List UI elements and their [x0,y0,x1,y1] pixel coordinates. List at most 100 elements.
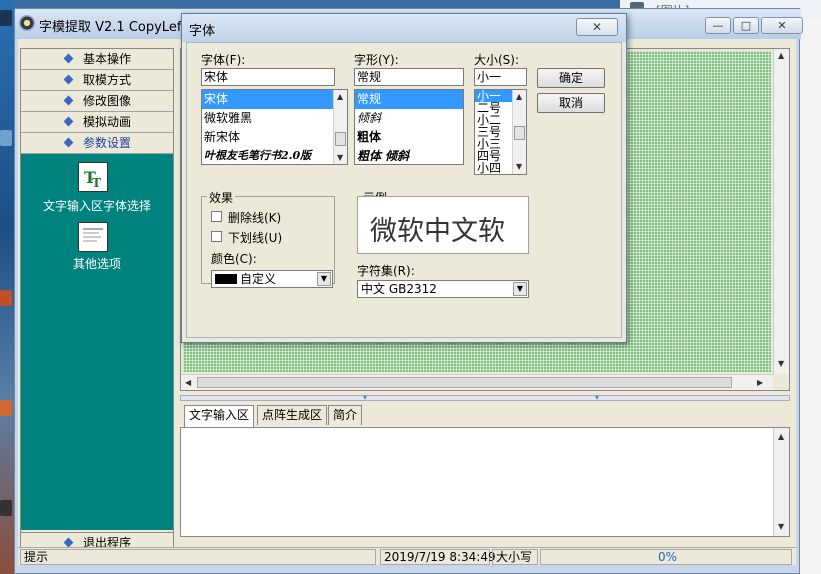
font-list[interactable]: 宋体 微软雅黑 新宋体 叶根友毛笔行书2.0版 ▲ ▼ [201,89,348,165]
text-input-area[interactable]: ▲ ▼ [180,427,790,537]
color-swatch [215,274,237,284]
maximize-button[interactable]: □ [733,17,759,34]
scroll-down-icon[interactable]: ▼ [337,153,343,162]
sample-text: 微软中文软 [370,216,505,247]
scroll-down-icon[interactable]: ▼ [516,162,522,171]
status-progress: 0% [540,549,792,565]
dialog-title: 字体 [189,24,216,39]
effects-label: 效果 [207,189,236,206]
tool-label-font-select[interactable]: 文字输入区字体选择 [21,197,173,214]
desktop-icon[interactable] [0,130,12,146]
menu-item-mode[interactable]: 取模方式 [21,70,173,91]
splitter-grip-icon: ▾ [595,393,600,402]
desktop-right-edge [800,0,821,574]
dialog-close-button[interactable]: ✕ [576,18,618,36]
list-item[interactable]: 常规 [355,90,463,109]
scroll-up-icon[interactable]: ▲ [778,51,784,60]
tab-bar: 文字输入区 点阵生成区 简介 [180,405,790,427]
tool-panel: TT 文字输入区字体选择 其他选项 [21,154,173,530]
canvas-horizontal-scrollbar[interactable]: ◀ ▶ [181,374,773,390]
options-icon[interactable] [78,222,108,252]
minimize-button[interactable]: — [705,17,731,34]
list-item[interactable]: 粗体 倾斜 [355,147,463,164]
scroll-thumb[interactable] [335,132,346,146]
list-item[interactable]: 叶根友毛笔行书2.0版 [202,147,347,164]
scroll-down-icon[interactable]: ▼ [778,522,784,531]
splitter-grip-icon: ▾ [363,393,368,402]
list-item[interactable]: 新宋体 [202,128,347,147]
status-caps: 大小写 [492,549,538,565]
close-button[interactable]: ✕ [761,17,803,34]
scroll-down-icon[interactable]: ▼ [778,359,784,368]
menu-item-animation[interactable]: 模拟动画 [21,112,173,133]
menu-item-params[interactable]: 参数设置 [21,133,173,154]
menu-item-edit-image[interactable]: 修改图像 [21,91,173,112]
status-hint: 提示 [20,549,376,565]
size-list[interactable]: 小一 二号 小二 三号 小三 四号 小四 ▲ ▼ [474,89,527,175]
font-label: 字体(F): [201,53,246,67]
strikeout-label[interactable]: 删除线(K) [228,209,281,226]
list-item[interactable]: 宋体 [202,90,347,109]
font-name-input[interactable]: 宋体 [201,68,335,86]
scroll-thumb[interactable] [514,126,525,140]
charset-label: 字符集(R): [357,264,415,278]
diamond-icon [63,53,74,64]
font-select-icon[interactable]: TT [78,162,108,192]
scroll-left-icon[interactable]: ◀ [185,378,191,387]
menu-label: 取模方式 [83,73,132,87]
app-icon [19,15,35,31]
dialog-body: 字体(F): 宋体 宋体 微软雅黑 新宋体 叶根友毛笔行书2.0版 ▲ ▼ 字形… [186,42,622,338]
desktop-icon[interactable] [0,400,12,416]
color-select[interactable]: 自定义 ▼ [211,270,333,288]
tab-text-input[interactable]: 文字输入区 [184,405,255,427]
tab-matrix-output[interactable]: 点阵生成区 [257,405,328,425]
font-list-scrollbar[interactable]: ▲ ▼ [333,90,347,164]
tab-about[interactable]: 简介 [328,405,363,425]
font-dialog: 字体 ✕ 字体(F): 宋体 宋体 微软雅黑 新宋体 叶根友毛笔行书2.0版 ▲… [181,13,627,343]
diamond-icon [63,74,74,85]
tool-label-options[interactable]: 其他选项 [21,255,173,272]
splitter[interactable]: ▾ ▾ [180,393,790,402]
desktop-icon[interactable] [0,500,12,516]
desktop-icon[interactable] [0,10,12,26]
menu-label: 参数设置 [83,136,132,150]
status-datetime: 2019/7/19 8:34:49 [380,549,496,565]
list-item[interactable]: 粗体 [355,128,463,147]
diamond-icon [63,137,74,148]
style-input[interactable]: 常规 [354,68,464,86]
desktop-icon[interactable] [0,290,12,306]
ok-button[interactable]: 确定 [537,68,605,88]
chevron-down-icon[interactable]: ▼ [513,282,527,296]
svg-text:T: T [92,176,101,190]
chevron-down-icon[interactable]: ▼ [317,272,331,286]
menu-item-basic[interactable]: 基本操作 [21,49,173,70]
canvas-vertical-scrollbar[interactable]: ▲ ▼ [773,49,789,374]
size-list-scrollbar[interactable]: ▲ ▼ [512,90,526,174]
strikeout-checkbox[interactable] [211,211,222,222]
list-item[interactable]: 微软雅黑 [202,109,347,128]
scroll-up-icon[interactable]: ▲ [516,92,522,101]
menu-label: 修改图像 [83,94,132,108]
list-item[interactable]: 倾斜 [355,109,463,128]
scroll-right-icon[interactable]: ▶ [757,378,763,387]
style-list[interactable]: 常规 倾斜 粗体 粗体 倾斜 [354,89,464,165]
text-vertical-scrollbar[interactable]: ▲ ▼ [773,428,789,536]
cancel-button[interactable]: 取消 [537,93,605,113]
scroll-up-icon[interactable]: ▲ [337,92,343,101]
style-label: 字形(Y): [354,53,399,67]
sample-preview: 微软中文软 [357,196,529,254]
underline-checkbox[interactable] [211,231,222,242]
diamond-icon [63,116,74,127]
menu-label: 基本操作 [83,52,132,66]
dialog-titlebar[interactable]: 字体 ✕ [182,14,626,42]
charset-select[interactable]: 中文 GB2312 ▼ [357,280,529,298]
menu-label: 模拟动画 [83,115,132,129]
status-bar: 提示 2019/7/19 8:34:49 大小写 0% [18,547,796,565]
color-value: 自定义 [240,272,277,286]
underline-label[interactable]: 下划线(U) [228,229,282,246]
scroll-thumb[interactable] [197,377,732,388]
left-panel: 基本操作 取模方式 修改图像 模拟动画 参数设置 TT 文字输入区字体选择 其他… [20,48,174,552]
size-label: 大小(S): [474,53,520,67]
scroll-up-icon[interactable]: ▲ [778,432,784,441]
size-input[interactable]: 小一 [474,68,527,86]
